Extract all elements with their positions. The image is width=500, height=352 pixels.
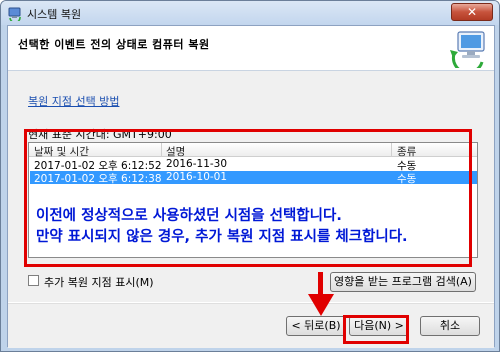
close-icon: ✕ <box>466 5 478 19</box>
annotation-text-line-2: 만약 표시되지 않은 경우, 추가 복원 지점 표시를 체크합니다. <box>36 229 408 245</box>
scan-button-label: 영향을 받는 프로그램 검색(A) <box>334 275 472 288</box>
cancel-button-label: 취소 <box>439 319 461 332</box>
close-button[interactable]: ✕ <box>451 3 493 21</box>
back-button[interactable]: < 뒤로(B) <box>286 316 346 336</box>
back-button-label: < 뒤로(B) <box>291 319 341 332</box>
show-more-label[interactable]: 추가 복원 지점 표시(M) <box>44 274 154 290</box>
title-bar[interactable]: 시스템 복원 ✕ <box>1 1 499 25</box>
window-title: 시스템 복원 <box>27 8 82 21</box>
help-link[interactable]: 복원 지점 선택 방법 <box>28 93 119 109</box>
annotation-text-line-1: 이전에 정상적으로 사용하셨던 시점을 선택합니다. <box>36 208 342 224</box>
page-title: 선택한 이벤트 전의 상태로 컴퓨터 복원 <box>18 38 210 51</box>
footer-bar: < 뒤로(B) 다음(N) > 취소 <box>8 303 494 348</box>
header-band: 선택한 이벤트 전의 상태로 컴퓨터 복원 <box>8 26 494 70</box>
show-more-checkbox[interactable] <box>28 275 39 286</box>
annotation-highlight-box <box>24 129 472 267</box>
arrow-head-icon <box>308 294 334 316</box>
scan-affected-programs-button[interactable]: 영향을 받는 프로그램 검색(A) <box>330 272 476 292</box>
system-restore-icon <box>8 7 21 21</box>
annotation-arrow <box>318 272 323 296</box>
restore-computer-icon <box>450 31 485 68</box>
next-button-highlight-box <box>343 315 409 344</box>
cancel-button[interactable]: 취소 <box>420 316 480 336</box>
